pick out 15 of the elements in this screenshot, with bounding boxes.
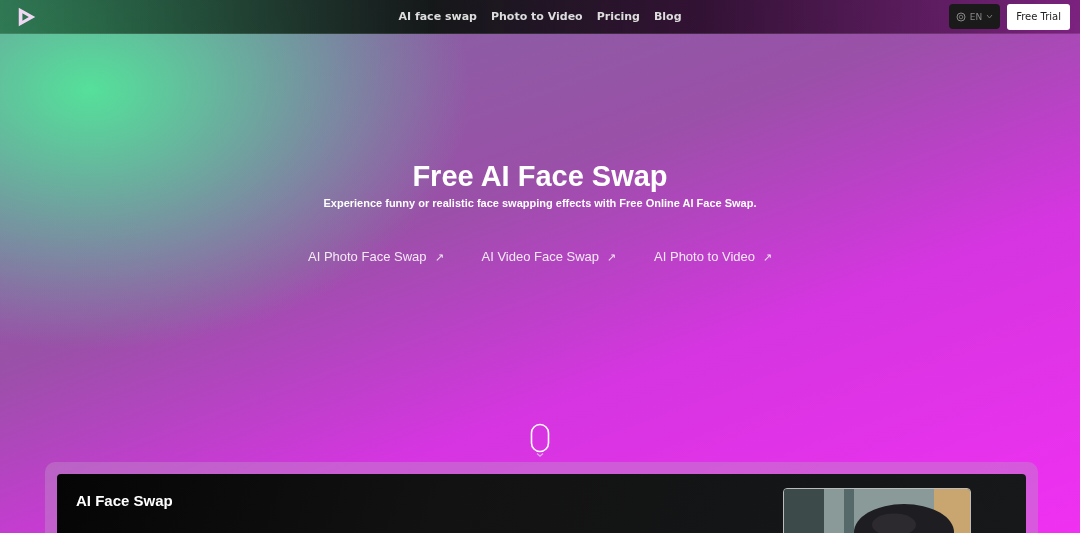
hero-subtitle: Experience funny or realistic face swapping effects with Free Online AI Face Swap.: [323, 197, 757, 209]
nav-link[interactable]: Blog: [653, 10, 682, 23]
language-selector[interactable]: EN: [948, 4, 1001, 29]
panel-title: AI Face Swap: [76, 492, 173, 511]
hero-title: Free AI Face Swap: [412, 160, 668, 193]
feature-link[interactable]: AI Photo Face Swap ↗: [308, 249, 444, 264]
caret-icon: [986, 14, 994, 19]
feature-link[interactable]: AI Video Face Swap ↗: [481, 249, 617, 264]
globe-icon: [955, 11, 966, 22]
feature-link[interactable]: AI Photo to Video ↗: [654, 249, 772, 264]
free-trial-button[interactable]: Free Trial: [1007, 3, 1070, 30]
nav-link[interactable]: AI face swap: [398, 10, 477, 23]
mouse-scroll-icon: [530, 423, 550, 457]
nav-link[interactable]: Photo to Video: [490, 10, 583, 23]
nav-link[interactable]: Pricing: [596, 10, 640, 23]
